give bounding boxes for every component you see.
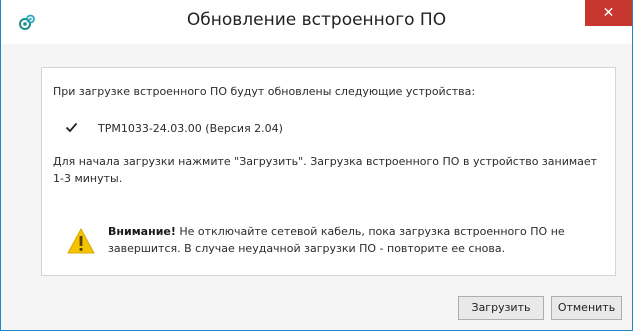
- device-checkbox[interactable]: [65, 121, 78, 134]
- title-bar[interactable]: Обновление встроенного ПО ✕: [1, 0, 632, 44]
- instruction-text: Для начала загрузки нажмите "Загрузить".…: [53, 155, 598, 185]
- warning-text: Не отключайте сетевой кабель, пока загру…: [108, 225, 565, 255]
- warning-message: Внимание! Не отключайте сетевой кабель, …: [108, 223, 578, 257]
- load-button[interactable]: Загрузить: [458, 296, 544, 320]
- device-label: ТРМ1033-24.03.00 (Версия 2.04): [98, 122, 283, 135]
- cancel-button[interactable]: Отменить: [551, 296, 622, 320]
- dialog-window: Обновление встроенного ПО ✕ При загрузке…: [0, 0, 633, 331]
- intro-text: При загрузке встроенного ПО будут обновл…: [53, 85, 476, 98]
- content-panel: При загрузке встроенного ПО будут обновл…: [41, 67, 616, 276]
- window-title: Обновление встроенного ПО: [186, 10, 447, 30]
- warning-icon: [67, 228, 95, 254]
- warning-title: Внимание!: [108, 225, 176, 238]
- close-button[interactable]: ✕: [585, 0, 632, 26]
